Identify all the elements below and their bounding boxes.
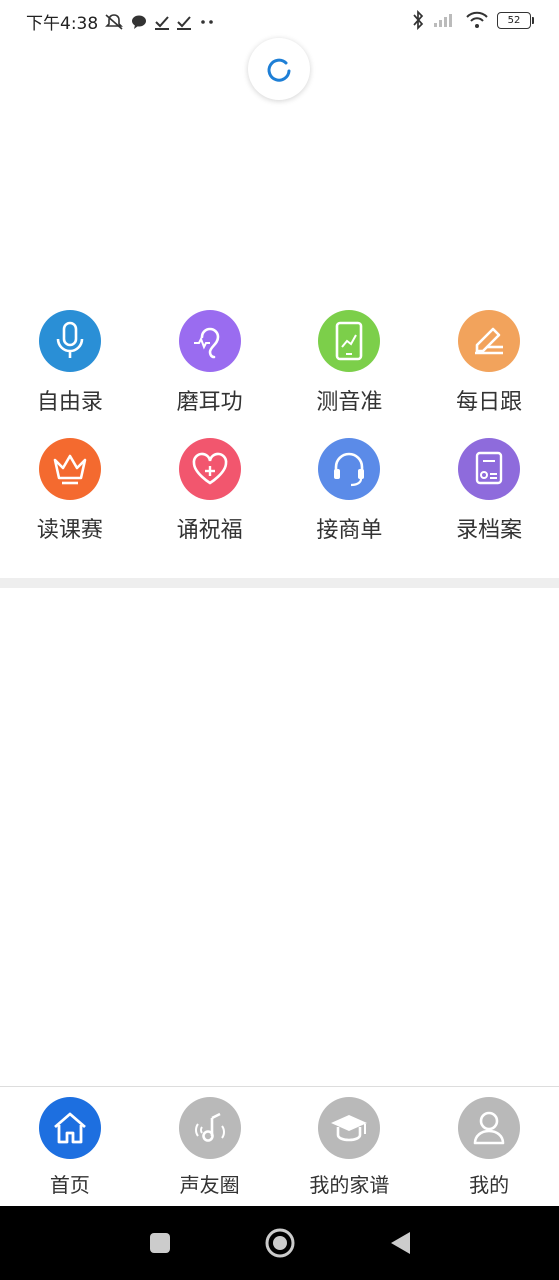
- feature-icon-circle: [318, 438, 381, 500]
- feature-label: 诵祝福: [176, 518, 243, 543]
- headset-icon: [334, 452, 365, 487]
- pencil-icon: [475, 327, 504, 355]
- wifi-icon: [466, 11, 488, 28]
- feature-grid: 自由录 磨耳功 测音准 每日跟 读课赛 诵祝福 接商单 录档案: [0, 310, 559, 566]
- bell-muted-icon: [105, 13, 124, 30]
- feature-icon-circle: [458, 438, 521, 500]
- back-triangle-icon[interactable]: [388, 1230, 412, 1256]
- tab-label: 首页: [49, 1173, 90, 1197]
- tab-label: 声友圈: [179, 1173, 240, 1197]
- graduation-cap-icon: [331, 1115, 368, 1142]
- recent-apps-icon[interactable]: [148, 1231, 172, 1255]
- tab-icon-circle: [458, 1097, 521, 1159]
- feature-icon-circle: [458, 310, 521, 372]
- status-bar-right: 52: [411, 10, 534, 30]
- feature-label: 录档案: [456, 518, 523, 543]
- loading-spinner: [248, 38, 310, 100]
- bluetooth-icon: [413, 10, 424, 30]
- feature-label: 自由录: [36, 390, 103, 415]
- tab-voice-friends[interactable]: 声友圈: [140, 1087, 279, 1207]
- tab-icon-circle: [318, 1097, 381, 1159]
- battery-indicator: 52: [497, 11, 534, 29]
- feature-item-record-archive[interactable]: 录档案: [420, 438, 559, 544]
- chat-bubble-icon: [132, 15, 147, 29]
- feature-icon-circle: [38, 438, 101, 500]
- signal-icon: [434, 14, 452, 27]
- feature-icon-circle: [38, 310, 101, 372]
- feature-label: 测音准: [316, 390, 383, 415]
- feature-label: 接商单: [316, 518, 383, 543]
- tab-label: 我的家谱: [309, 1173, 390, 1197]
- status-bar-left: 下午4:38: [26, 9, 216, 34]
- tab-home[interactable]: 首页: [0, 1087, 139, 1207]
- home-circle-icon[interactable]: [264, 1227, 296, 1259]
- heart-plus-icon: [192, 452, 227, 485]
- check-download-icon: [177, 15, 192, 30]
- feature-label: 磨耳功: [176, 390, 243, 415]
- spinner-icon: [267, 58, 291, 82]
- tab-icon-circle: [38, 1097, 101, 1159]
- crown-icon: [53, 454, 87, 485]
- feature-item-ear-training[interactable]: 磨耳功: [140, 310, 279, 416]
- music-note-icon: [194, 1112, 225, 1142]
- feature-row: 自由录 磨耳功 测音准 每日跟: [0, 310, 559, 416]
- feature-item-daily-follow[interactable]: 每日跟: [420, 310, 559, 416]
- ear-icon: [193, 327, 219, 359]
- status-time: 下午4:38: [26, 14, 99, 34]
- microphone-icon: [56, 321, 84, 358]
- feature-icon-circle: [318, 310, 381, 372]
- feature-icon-circle: [178, 438, 241, 500]
- home-icon: [53, 1112, 86, 1144]
- tab-icon-circle: [178, 1097, 241, 1159]
- bottom-tab-bar: 首页 声友圈 我的家谱 我的: [0, 1086, 559, 1207]
- tab-label: 我的: [469, 1173, 510, 1197]
- check-download-icon: [155, 15, 170, 30]
- section-divider: [0, 578, 559, 588]
- tablet-chart-icon: [336, 321, 363, 361]
- feature-item-blessing[interactable]: 诵祝福: [140, 438, 279, 544]
- more-dots-icon: [201, 19, 213, 24]
- feature-item-free-record[interactable]: 自由录: [0, 310, 139, 416]
- tab-family-tree[interactable]: 我的家谱: [280, 1087, 419, 1207]
- feature-item-business-order[interactable]: 接商单: [280, 438, 419, 544]
- battery-level: 52: [507, 14, 521, 26]
- feature-item-pitch-test[interactable]: 测音准: [280, 310, 419, 416]
- user-icon: [473, 1111, 505, 1145]
- feature-icon-circle: [178, 310, 241, 372]
- feature-label: 读课赛: [36, 518, 103, 543]
- status-bar: 下午4:38 52: [0, 0, 559, 40]
- feature-item-reading-contest[interactable]: 读课赛: [0, 438, 139, 544]
- document-icon: [475, 451, 503, 485]
- tab-me[interactable]: 我的: [420, 1087, 559, 1207]
- system-nav-bar: [0, 1206, 559, 1280]
- feature-label: 每日跟: [456, 390, 523, 415]
- feature-row: 读课赛 诵祝福 接商单 录档案: [0, 438, 559, 544]
